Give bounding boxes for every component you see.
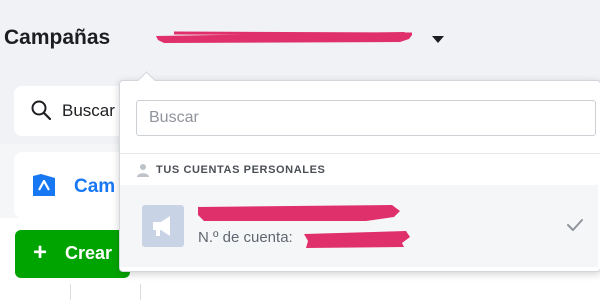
- search-label: Buscar: [62, 101, 115, 120]
- person-icon: [137, 164, 149, 177]
- campaign-icon: [33, 174, 55, 196]
- redacted-account-name: [198, 205, 400, 221]
- table-divider: [70, 284, 71, 300]
- account-avatar: [142, 205, 184, 247]
- redacted-account-name: [156, 31, 413, 43]
- tab-label: Cam: [74, 176, 116, 197]
- create-button[interactable]: + Crear: [15, 230, 130, 278]
- redacted-account-id: [304, 231, 410, 248]
- dropdown-search-input[interactable]: [136, 100, 596, 136]
- chevron-down-icon[interactable]: [432, 36, 444, 43]
- plus-icon: +: [33, 239, 48, 266]
- check-icon: [567, 219, 583, 231]
- top-bar: Campañas: [0, 0, 600, 78]
- account-dropdown: TUS CUENTAS PERSONALES N.º de cuenta:: [119, 71, 600, 272]
- megaphone-icon: [153, 216, 170, 236]
- page-title: Campañas: [4, 26, 111, 49]
- section-title: TUS CUENTAS PERSONALES: [156, 164, 326, 176]
- search-icon: [31, 100, 52, 121]
- divider: [120, 153, 600, 154]
- account-id-label: N.º de cuenta:: [198, 229, 293, 246]
- account-selector[interactable]: [146, 24, 446, 56]
- create-label: Crear: [65, 243, 113, 263]
- account-list-item[interactable]: N.º de cuenta:: [120, 185, 598, 267]
- table-divider: [140, 284, 141, 300]
